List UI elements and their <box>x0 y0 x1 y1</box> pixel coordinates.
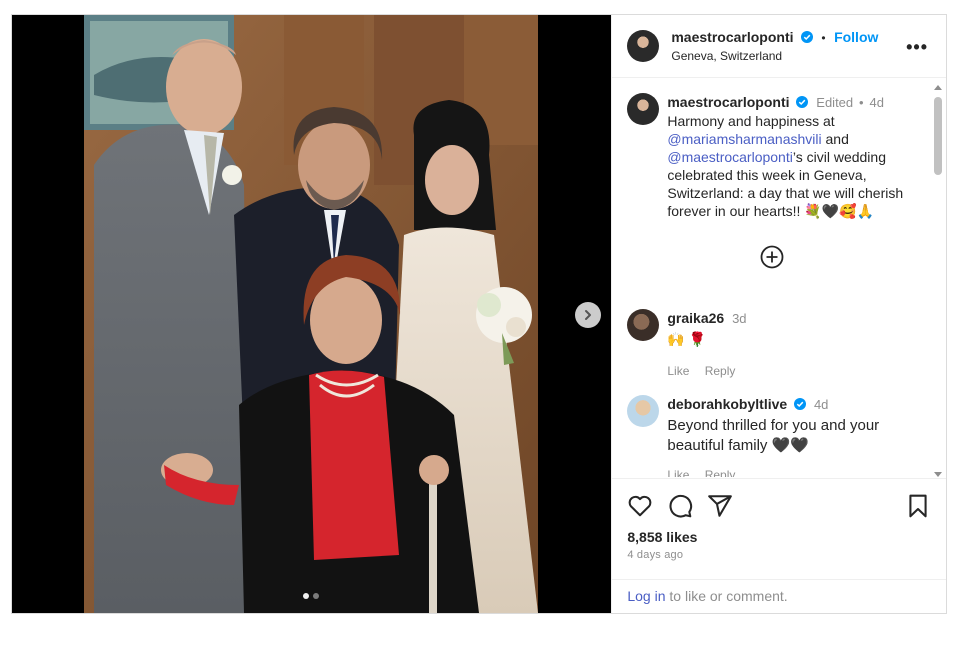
post-footer: 8,858 likes 4 days ago Log in to like or… <box>612 478 946 613</box>
caption-avatar[interactable] <box>627 93 660 125</box>
scroll-up-icon[interactable] <box>933 83 943 91</box>
caption-dot: • <box>859 95 864 110</box>
caption-text-1: Harmony and happiness at <box>667 113 835 129</box>
comment-username[interactable]: deborahkobyltlive <box>667 396 787 412</box>
author-username[interactable]: maestrocarloponti <box>671 29 793 45</box>
login-prompt-text: to like or comment. <box>665 588 788 604</box>
verified-icon <box>800 31 813 43</box>
more-options-icon[interactable]: ••• <box>906 37 928 58</box>
heart-icon[interactable] <box>627 493 653 519</box>
header-separator: • <box>821 31 826 45</box>
caption-body: maestrocarloponti Edited • 4d Harmony an… <box>667 93 919 220</box>
carousel-dot <box>313 593 319 599</box>
action-bar <box>627 493 931 519</box>
next-arrow-icon <box>585 310 591 320</box>
comment-reply-button[interactable]: Reply <box>705 364 736 378</box>
login-prompt: Log in to like or comment. <box>612 579 946 613</box>
caption-text: Harmony and happiness at @mariamsharmana… <box>667 112 919 220</box>
bookmark-icon[interactable] <box>905 493 931 519</box>
author-info: maestrocarloponti • Follow Geneva, Switz… <box>671 29 878 63</box>
comment-actions: Like Reply <box>667 466 917 477</box>
comment-username[interactable]: graika26 <box>667 310 724 326</box>
comment-text: Beyond thrilled for you and your beautif… <box>667 417 880 454</box>
carousel-indicator <box>303 593 319 599</box>
comment-row: deborahkobyltlive 4d Beyond thrilled for… <box>627 395 922 477</box>
caption-time[interactable]: 4d <box>870 95 884 110</box>
comment-avatar[interactable] <box>627 395 660 427</box>
login-link[interactable]: Log in <box>627 588 665 604</box>
comment-like-button[interactable]: Like <box>667 364 689 378</box>
follow-button[interactable]: Follow <box>834 29 878 45</box>
post-side-panel: maestrocarloponti • Follow Geneva, Switz… <box>611 15 946 613</box>
share-icon[interactable] <box>707 493 733 519</box>
wedding-photo-image <box>84 15 538 613</box>
comment-body: deborahkobyltlive 4d Beyond thrilled for… <box>667 395 917 477</box>
comment-like-button[interactable]: Like <box>667 468 689 477</box>
post-location[interactable]: Geneva, Switzerland <box>671 49 878 63</box>
caption-text-2: and <box>821 131 849 147</box>
comments-section[interactable]: maestrocarloponti Edited • 4d Harmony an… <box>612 79 946 477</box>
scroll-down-icon[interactable] <box>933 471 943 477</box>
post-date[interactable]: 4 days ago <box>627 549 683 561</box>
wedding-photo <box>84 15 538 613</box>
add-comment-icon[interactable] <box>760 245 784 269</box>
comment-avatar[interactable] <box>627 309 660 341</box>
next-photo-button[interactable] <box>575 302 601 328</box>
carousel-dot-active <box>303 593 309 599</box>
comment-reply-button[interactable]: Reply <box>705 468 736 477</box>
comment-row: graika26 3d 🙌 🌹 Like Reply <box>627 309 922 380</box>
post-header: maestrocarloponti • Follow Geneva, Switz… <box>612 15 946 78</box>
mention-link-2[interactable]: @maestrocarloponti <box>667 149 793 165</box>
mention-link-1[interactable]: @mariamsharmanashvili <box>667 131 821 147</box>
author-avatar[interactable] <box>627 30 660 62</box>
caption-username[interactable]: maestrocarloponti <box>667 94 789 110</box>
scrollbar-thumb[interactable] <box>934 97 942 175</box>
verified-icon <box>794 398 807 410</box>
likes-count[interactable]: 8,858 likes <box>627 529 697 545</box>
comment-time[interactable]: 4d <box>814 397 828 412</box>
caption-edited: Edited <box>816 95 854 110</box>
comment-time[interactable]: 3d <box>732 311 746 326</box>
caption-row: maestrocarloponti Edited • 4d Harmony an… <box>627 93 922 220</box>
post-container: maestrocarloponti • Follow Geneva, Switz… <box>11 14 947 614</box>
comment-actions: Like Reply <box>667 362 747 380</box>
comment-body: graika26 3d 🙌 🌹 Like Reply <box>667 309 747 380</box>
verified-icon <box>796 96 809 108</box>
comment-text: 🙌 🌹 <box>667 331 707 347</box>
comment-icon[interactable] <box>667 493 693 519</box>
comments-scrollbar[interactable] <box>933 83 943 477</box>
post-media[interactable] <box>12 15 612 613</box>
